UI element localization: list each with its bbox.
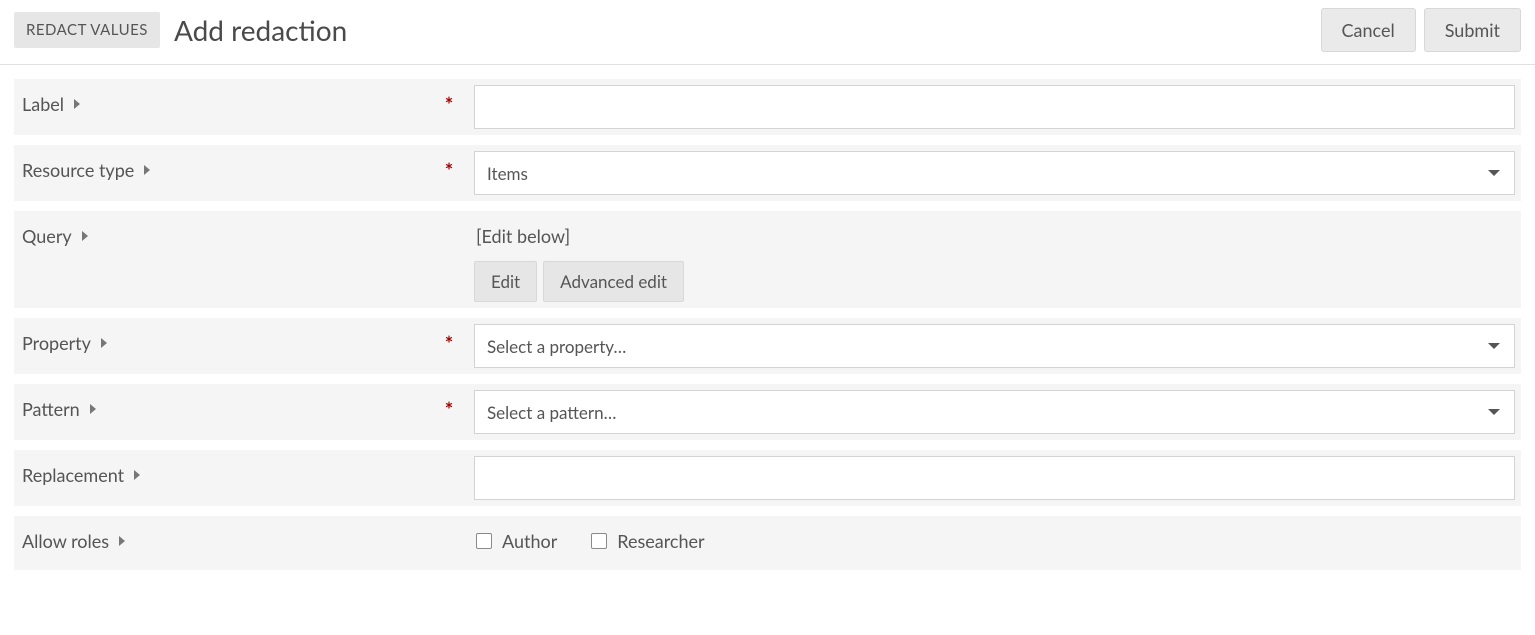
field-label-property[interactable]: Property [22, 332, 107, 354]
checkbox-icon [591, 533, 607, 549]
role-checkbox-researcher[interactable]: Researcher [591, 530, 704, 552]
field-label-text: Label [22, 93, 64, 115]
select-placeholder: Select a pattern… [487, 402, 616, 423]
caret-right-icon [74, 99, 80, 109]
caret-right-icon [90, 404, 96, 414]
field-label-label[interactable]: Label [22, 93, 80, 115]
replacement-input[interactable] [474, 456, 1515, 500]
field-label-query[interactable]: Query [22, 225, 88, 247]
field-label-resource-type[interactable]: Resource type [22, 159, 150, 181]
field-label-text: Allow roles [22, 530, 109, 552]
page-title: Add redaction [174, 13, 347, 47]
chevron-down-icon [1488, 409, 1500, 415]
header-left: REDACT VALUES Add redaction [14, 12, 347, 48]
field-row-query: Query [Edit below] Edit Advanced edit [14, 211, 1521, 308]
required-marker: * [434, 79, 464, 135]
field-label-text: Property [22, 332, 91, 354]
checkbox-label: Author [502, 530, 557, 552]
form-body: Label * Resource type * Items Qu [0, 65, 1535, 584]
field-row-label: Label * [14, 79, 1521, 135]
select-placeholder: Select a property… [487, 336, 626, 357]
label-input[interactable] [474, 85, 1515, 129]
cancel-button[interactable]: Cancel [1321, 8, 1416, 52]
pattern-select[interactable]: Select a pattern… [474, 390, 1515, 434]
field-label-text: Replacement [22, 464, 124, 486]
query-hint: [Edit below] [474, 217, 1515, 247]
field-row-replacement: Replacement [14, 450, 1521, 506]
resource-type-select[interactable]: Items [474, 151, 1515, 195]
checkbox-label: Researcher [617, 530, 704, 552]
required-marker: * [434, 384, 464, 440]
query-advanced-edit-button[interactable]: Advanced edit [543, 261, 684, 302]
caret-right-icon [119, 536, 125, 546]
field-label-text: Pattern [22, 398, 80, 420]
select-value: Items [487, 163, 528, 184]
field-label-text: Resource type [22, 159, 134, 181]
role-checkbox-author[interactable]: Author [476, 530, 557, 552]
required-marker: * [434, 145, 464, 201]
allow-roles-options: Author Researcher [474, 522, 1515, 560]
field-label-replacement[interactable]: Replacement [22, 464, 140, 486]
field-label-pattern[interactable]: Pattern [22, 398, 96, 420]
submit-button[interactable]: Submit [1424, 8, 1521, 52]
property-select[interactable]: Select a property… [474, 324, 1515, 368]
field-row-allow-roles: Allow roles Author Researcher [14, 516, 1521, 570]
required-marker: * [434, 318, 464, 374]
required-marker-empty [434, 450, 464, 506]
page-header: REDACT VALUES Add redaction Cancel Submi… [0, 0, 1535, 65]
context-badge: REDACT VALUES [14, 12, 160, 48]
checkbox-icon [476, 533, 492, 549]
caret-right-icon [134, 470, 140, 480]
header-actions: Cancel Submit [1321, 8, 1521, 52]
field-label-text: Query [22, 225, 72, 247]
field-row-resource-type: Resource type * Items [14, 145, 1521, 201]
chevron-down-icon [1488, 343, 1500, 349]
required-marker-empty [434, 516, 464, 570]
query-edit-button[interactable]: Edit [474, 261, 537, 302]
field-row-property: Property * Select a property… [14, 318, 1521, 374]
caret-right-icon [101, 338, 107, 348]
required-marker-empty [434, 211, 464, 308]
chevron-down-icon [1488, 170, 1500, 176]
query-buttons: Edit Advanced edit [474, 261, 1515, 302]
field-label-allow-roles[interactable]: Allow roles [22, 530, 125, 552]
caret-right-icon [82, 231, 88, 241]
caret-right-icon [144, 165, 150, 175]
field-row-pattern: Pattern * Select a pattern… [14, 384, 1521, 440]
